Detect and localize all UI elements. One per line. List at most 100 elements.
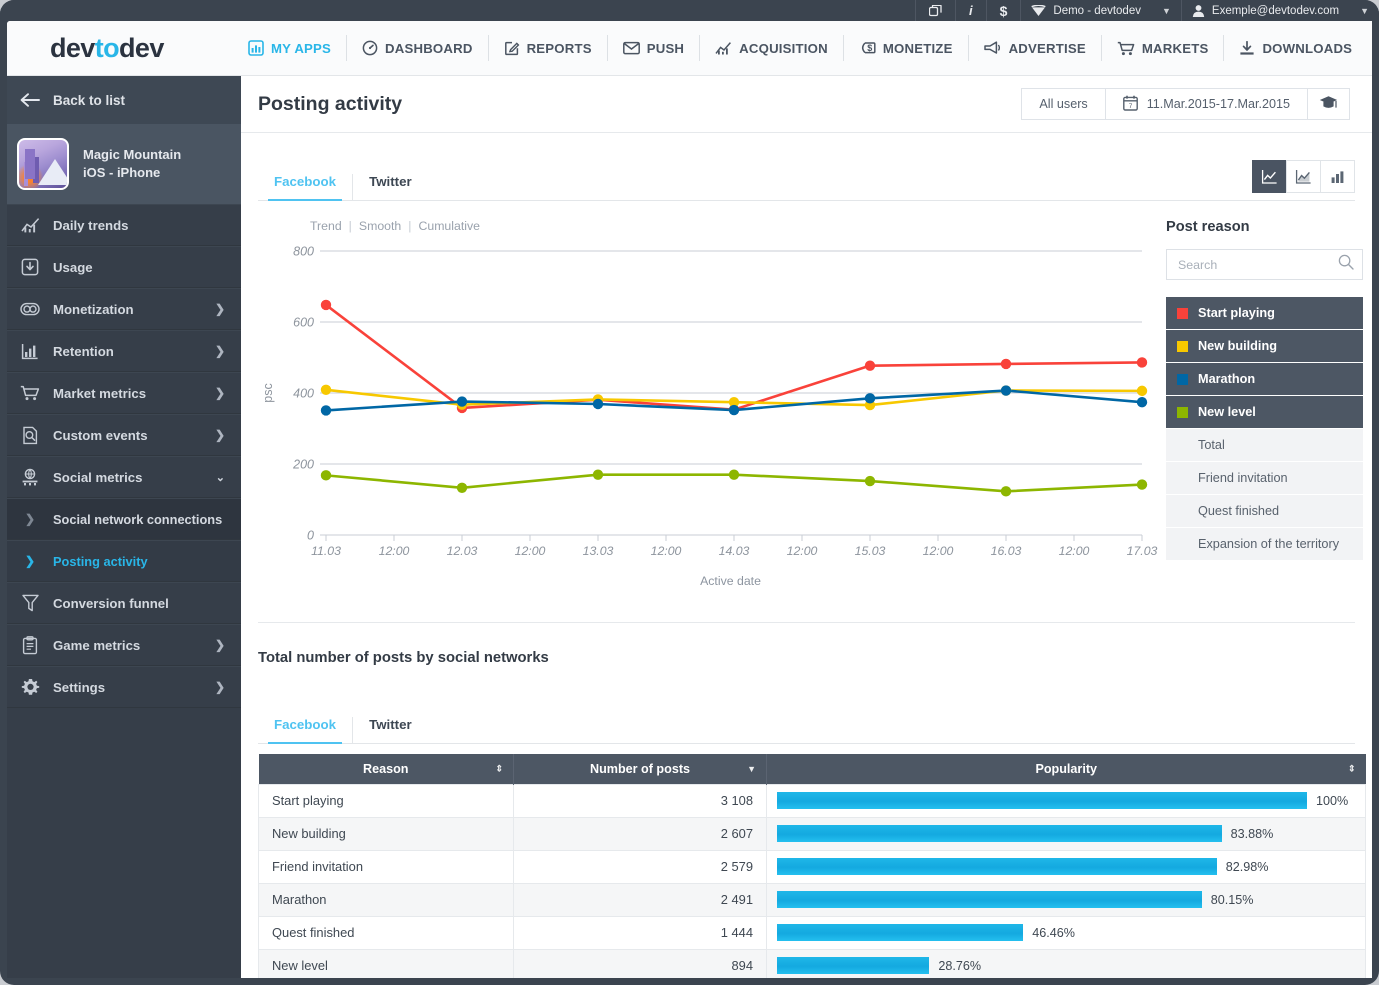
main-layout: Back to list Magic Mountain iOS - iPhone… — [7, 76, 1372, 978]
post-reason-item[interactable]: Marathon — [1166, 363, 1363, 396]
devtodev-logo[interactable]: devtodev — [7, 33, 233, 64]
chart-card: Facebook Twitter — [241, 161, 1372, 978]
post-reason-item[interactable]: Quest finished — [1166, 495, 1363, 528]
chart-data-point[interactable] — [1001, 359, 1011, 369]
bottom-tab-facebook[interactable]: Facebook — [258, 717, 352, 743]
nav-item-markets[interactable]: MARKETS — [1102, 35, 1225, 61]
search-input[interactable] — [1178, 258, 1338, 272]
sidebar-item-daily-trends[interactable]: Daily trends — [7, 204, 241, 246]
post-reason-item[interactable]: New level — [1166, 396, 1363, 429]
post-reason-label: Quest finished — [1198, 504, 1279, 518]
chevron-right-icon: ❯ — [215, 302, 241, 316]
sidebar-item-social-metrics[interactable]: Social metrics ⌄ — [7, 456, 241, 498]
chart-data-point[interactable] — [593, 399, 603, 409]
mode-smooth[interactable]: Smooth — [352, 219, 408, 233]
mode-trend[interactable]: Trend — [303, 219, 349, 233]
nav-item-downloads[interactable]: DOWNLOADS — [1224, 35, 1367, 61]
chart-data-point[interactable] — [865, 360, 875, 370]
column-header-number-of-posts[interactable]: Number of posts ▼ — [514, 754, 767, 784]
sidebar-item-usage[interactable]: Usage — [7, 246, 241, 288]
chart-data-point[interactable] — [457, 483, 467, 493]
post-reason-item[interactable]: Friend invitation — [1166, 462, 1363, 495]
date-range-button[interactable]: 7 11.Mar.2015-17.Mar.2015 — [1105, 88, 1308, 120]
search-icon[interactable] — [1338, 254, 1354, 275]
svg-text:$: $ — [867, 43, 872, 53]
nav-item-monetize[interactable]: $ MONETIZE — [844, 35, 969, 61]
chart-data-point[interactable] — [1137, 397, 1147, 407]
nav-item-dashboard[interactable]: DASHBOARD — [347, 35, 489, 61]
sidebar-item-social-network-connections[interactable]: ❯ Social network connections — [7, 498, 241, 540]
chart-data-point[interactable] — [321, 385, 331, 395]
chart-data-point[interactable] — [457, 396, 467, 406]
post-reason-item[interactable]: Total — [1166, 429, 1363, 462]
bottom-tab-twitter[interactable]: Twitter — [352, 717, 428, 743]
chart-data-point[interactable] — [1137, 357, 1147, 367]
cell-popularity: 82.98% — [767, 850, 1366, 883]
post-reason-item[interactable]: Expansion of the territory — [1166, 528, 1363, 561]
chart-data-point[interactable] — [865, 393, 875, 403]
account-selector[interactable]: Exemple@devtodev.com ▼ — [1181, 0, 1379, 21]
graduation-cap-button[interactable] — [1307, 88, 1350, 120]
y-tick-label: 400 — [293, 387, 314, 401]
usage-icon — [7, 258, 53, 276]
sidebar-item-market-metrics[interactable]: Market metrics ❯ — [7, 372, 241, 414]
chart-data-point[interactable] — [1001, 486, 1011, 496]
sidebar-item-retention[interactable]: Retention ❯ — [7, 330, 241, 372]
sidebar-item-label: Social network connections — [53, 512, 241, 527]
legend-color-swatch — [1177, 341, 1188, 352]
chart-data-point[interactable] — [729, 469, 739, 479]
post-reason-item[interactable]: New building — [1166, 330, 1363, 363]
table-row[interactable]: Start playing3 108100% — [259, 784, 1366, 817]
sidebar-back-to-list[interactable]: Back to list — [7, 76, 241, 124]
download-icon — [1239, 41, 1255, 56]
chart-data-point[interactable] — [1137, 479, 1147, 489]
info-icon[interactable]: i — [955, 0, 986, 21]
table-row[interactable]: Friend invitation2 57982.98% — [259, 850, 1366, 883]
chart-data-point[interactable] — [321, 405, 331, 415]
bar-chart-toggle[interactable] — [1320, 160, 1355, 193]
popularity-wrapper: 82.98% — [777, 858, 1355, 875]
coins-icon — [7, 302, 53, 316]
sidebar-item-monetization[interactable]: Monetization ❯ — [7, 288, 241, 330]
sidebar-item-settings[interactable]: Settings ❯ — [7, 666, 241, 708]
nav-item-push[interactable]: PUSH — [608, 35, 700, 61]
chevron-down-icon: ▼ — [1162, 6, 1171, 16]
line-chart-toggle[interactable] — [1252, 160, 1287, 193]
project-selector[interactable]: Demo - devtodev ▼ — [1020, 0, 1181, 21]
chart-data-point[interactable] — [593, 469, 603, 479]
area-chart-toggle[interactable] — [1286, 160, 1321, 193]
windows-icon[interactable] — [915, 0, 955, 21]
table-row[interactable]: Marathon2 49180.15% — [259, 883, 1366, 916]
chart-data-point[interactable] — [729, 405, 739, 415]
nav-item-advertise[interactable]: ADVERTISE — [969, 35, 1102, 61]
nav-item-acquisition[interactable]: ACQUISITION — [700, 35, 844, 61]
chart-data-point[interactable] — [865, 476, 875, 486]
users-filter-button[interactable]: All users — [1021, 88, 1105, 120]
chart-data-point[interactable] — [321, 470, 331, 480]
cell-number-of-posts: 1 444 — [514, 916, 767, 949]
post-reason-search[interactable] — [1166, 249, 1363, 280]
sidebar-app-card[interactable]: Magic Mountain iOS - iPhone — [7, 124, 241, 204]
sidebar-item-game-metrics[interactable]: Game metrics ❯ — [7, 624, 241, 666]
column-header-popularity[interactable]: Popularity ⇕ — [767, 754, 1366, 784]
tab-facebook[interactable]: Facebook — [258, 174, 352, 200]
sidebar-item-custom-events[interactable]: Custom events ❯ — [7, 414, 241, 456]
nav-item-reports[interactable]: REPORTS — [489, 35, 608, 61]
table-row[interactable]: Quest finished1 44446.46% — [259, 916, 1366, 949]
sidebar-item-conversion-funnel[interactable]: Conversion funnel — [7, 582, 241, 624]
chart-data-point[interactable] — [321, 300, 331, 310]
post-reason-item[interactable]: Start playing — [1166, 297, 1363, 330]
nav-item-my-apps[interactable]: MY APPS — [233, 35, 347, 61]
chart-data-point[interactable] — [1137, 386, 1147, 396]
tab-twitter[interactable]: Twitter — [352, 174, 428, 200]
table-row[interactable]: New building2 60783.88% — [259, 817, 1366, 850]
dollar-icon[interactable]: $ — [986, 0, 1021, 21]
table-row[interactable]: New level89428.76% — [259, 949, 1366, 978]
column-header-reason[interactable]: Reason ⇕ — [259, 754, 514, 784]
mode-cumulative[interactable]: Cumulative — [411, 219, 487, 233]
chart-data-point[interactable] — [1001, 385, 1011, 395]
sidebar-item-posting-activity[interactable]: ❯ Posting activity — [7, 540, 241, 582]
titlebar-actions: i $ Demo - devtodev ▼ Exemple@devtodev.c… — [915, 0, 1379, 21]
sidebar-item-label: Conversion funnel — [53, 596, 241, 611]
popularity-bar — [777, 924, 1023, 941]
